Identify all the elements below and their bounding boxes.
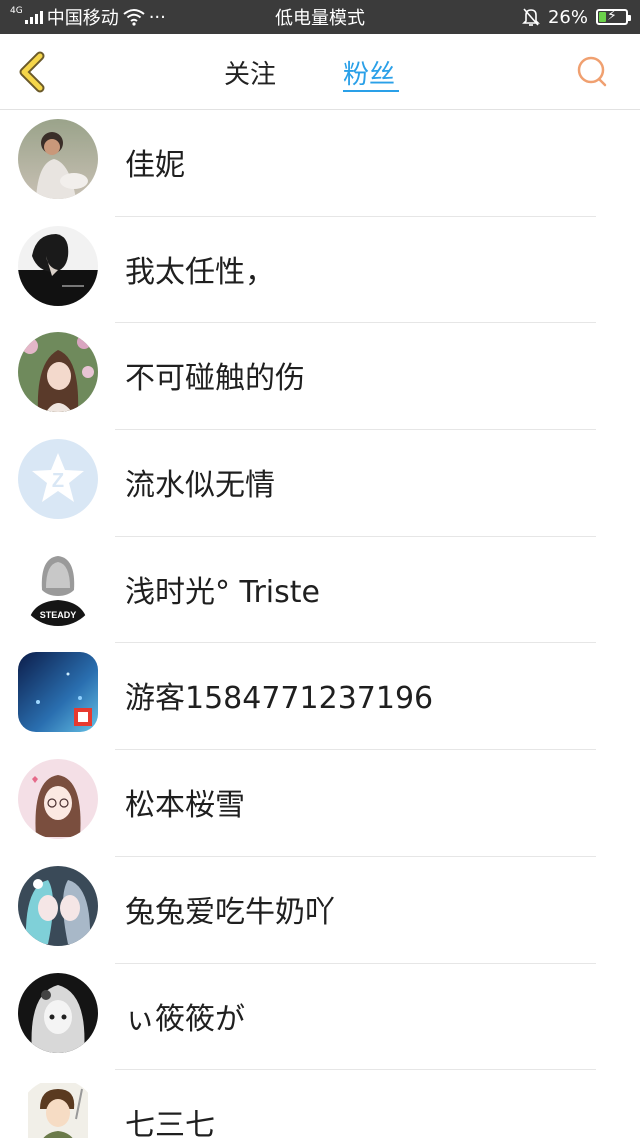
charging-icon: ⚡ bbox=[607, 8, 617, 24]
low-power-mode-label: 低电量模式 bbox=[275, 8, 365, 29]
signal-icon bbox=[24, 10, 43, 24]
avatar bbox=[18, 119, 98, 199]
network-type: 4G bbox=[10, 5, 23, 16]
status-right: 26% ⚡ bbox=[522, 0, 631, 34]
list-item[interactable]: 佳妮 bbox=[0, 110, 640, 217]
svg-text:Z: Z bbox=[52, 470, 64, 492]
svg-text:STEADY: STEADY bbox=[40, 610, 77, 620]
carrier-name: 中国移动 bbox=[46, 8, 119, 29]
avatar bbox=[18, 865, 98, 946]
status-bar: 4G 中国移动 ··· 低电量模式 26% ⚡ bbox=[0, 0, 640, 34]
fan-name: 七三七 bbox=[125, 1108, 215, 1138]
bell-off-icon bbox=[522, 8, 540, 26]
avatar bbox=[18, 652, 98, 733]
battery-icon: ⚡ bbox=[596, 8, 631, 25]
search-icon bbox=[577, 56, 607, 87]
fan-name: 浅时光° Triste bbox=[125, 574, 320, 610]
fan-name: 流水似无情 bbox=[125, 468, 275, 504]
list-item[interactable]: 我太任性， bbox=[0, 217, 640, 324]
avatar bbox=[18, 225, 98, 306]
list-item[interactable]: Z 流水似无情 bbox=[0, 430, 640, 537]
list-item[interactable]: 不可碰触的伤 bbox=[0, 323, 640, 431]
fan-name: 不可碰触的伤 bbox=[125, 361, 305, 397]
more-dots: ··· bbox=[148, 6, 166, 28]
list-item[interactable]: 兔兔爱吃牛奶吖 bbox=[0, 857, 640, 964]
battery-level-fill bbox=[599, 12, 606, 22]
avatar bbox=[18, 759, 98, 840]
search-button[interactable] bbox=[574, 54, 610, 90]
avatar: Z bbox=[18, 439, 98, 520]
fan-name: 兔兔爱吃牛奶吖 bbox=[125, 894, 335, 930]
wifi-icon bbox=[123, 9, 145, 26]
fan-name: 我太任性， bbox=[125, 254, 275, 290]
active-tab-indicator bbox=[343, 90, 399, 92]
avatar: STEADY bbox=[18, 545, 98, 626]
list-item[interactable]: 七三七 bbox=[0, 1070, 640, 1138]
list-item[interactable]: 游客1584771237196 bbox=[0, 643, 640, 751]
avatar bbox=[18, 332, 98, 413]
list-item[interactable]: ぃ筱筱が bbox=[0, 964, 640, 1071]
avatar bbox=[18, 972, 98, 1053]
fans-list: 佳妮 我太任性， 不可碰触的伤 Z 流水似无情 STEADY 浅时光° Tris… bbox=[0, 110, 640, 1138]
fan-name: 游客1584771237196 bbox=[125, 681, 434, 717]
fan-name: ぃ筱筱が bbox=[125, 1001, 245, 1037]
battery-percent: 26% bbox=[547, 6, 588, 28]
list-item[interactable]: 松本桜雪 bbox=[0, 750, 640, 857]
tab-bar: 关注 粉丝 bbox=[0, 34, 640, 110]
avatar bbox=[18, 1079, 98, 1138]
fan-name: 佳妮 bbox=[125, 148, 185, 183]
fan-name: 松本桜雪 bbox=[125, 788, 245, 824]
tab-following[interactable]: 关注 bbox=[224, 54, 276, 91]
top-navigation: 关注 粉丝 bbox=[0, 34, 640, 110]
list-item[interactable]: STEADY 浅时光° Triste bbox=[0, 537, 640, 644]
status-left: 4G 中国移动 ··· bbox=[10, 0, 166, 34]
tab-fans[interactable]: 粉丝 bbox=[343, 54, 395, 91]
